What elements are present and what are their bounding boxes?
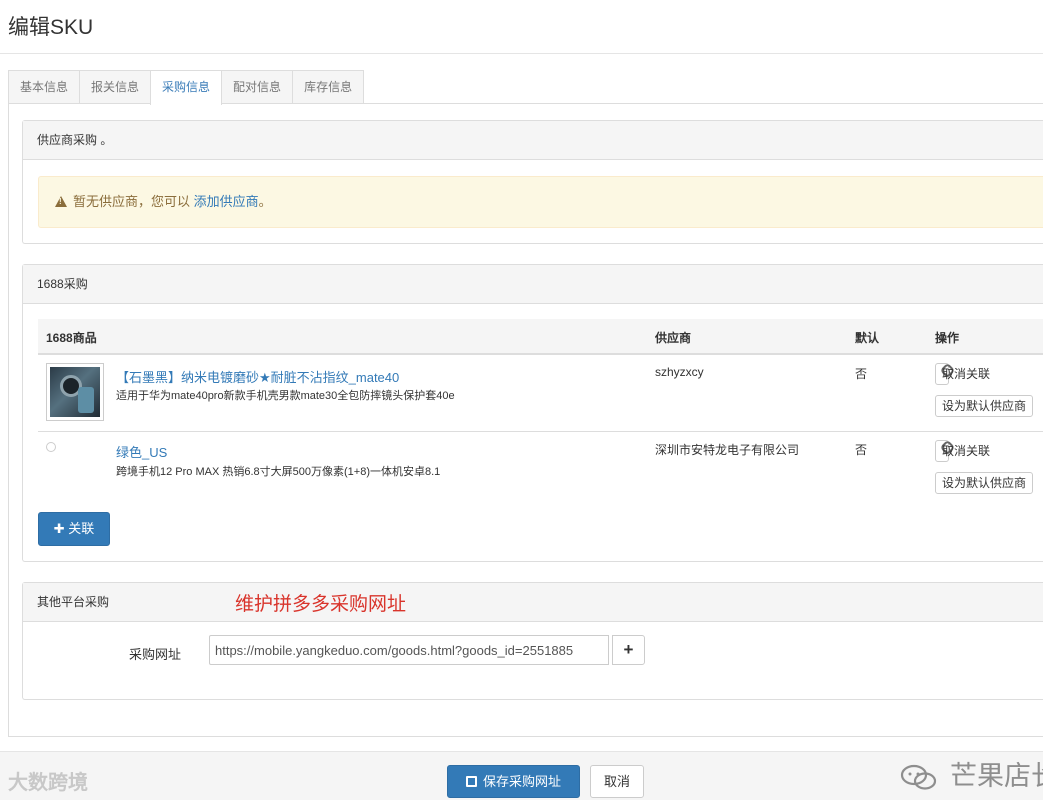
tab-purchase-info[interactable]: 采购信息 bbox=[150, 70, 223, 105]
product-desc: 适用于华为mate40pro新款手机壳男款mate30全包防摔镜头保护套40e bbox=[116, 390, 455, 402]
cancel-button[interactable]: 取消 bbox=[590, 765, 644, 798]
col-product: 1688商品 bbox=[46, 331, 97, 345]
unlink-button[interactable]: 取消关联 bbox=[935, 362, 990, 385]
add-supplier-link[interactable]: 添加供应商 bbox=[194, 194, 259, 209]
default-value: 否 bbox=[855, 367, 868, 381]
panel-1688: 1688采购 1688商品 供应商 默认 操作 【石墨黑】纳米电镀磨砂★耐脏不沾… bbox=[22, 264, 1043, 562]
plus-icon: + bbox=[623, 640, 634, 659]
supplier-panel: 供应商采购 。 暂无供应商，您可以 添加供应商。 bbox=[22, 120, 1043, 244]
save-purchase-url-button[interactable]: 保存采购网址 bbox=[447, 765, 580, 798]
col-supplier: 供应商 bbox=[655, 331, 692, 345]
supplier-name: 深圳市安特龙电子有限公司 bbox=[655, 443, 800, 457]
add-url-button[interactable]: + bbox=[612, 635, 645, 665]
table-header: 1688商品 供应商 默认 操作 bbox=[38, 319, 1043, 355]
tab-container: 基本信息 报关信息 采购信息 配对信息 库存信息 供应商采购 。 暂无供应商，您… bbox=[8, 70, 1043, 737]
unlink-label: 取消关联 bbox=[942, 444, 991, 458]
tab-customs-info[interactable]: 报关信息 bbox=[79, 70, 152, 104]
tab-inventory-info[interactable]: 库存信息 bbox=[292, 70, 365, 104]
tab-bar: 基本信息 报关信息 采购信息 配对信息 库存信息 bbox=[8, 70, 365, 105]
product-title-link[interactable]: 【石墨黑】纳米电镀磨砂★耐脏不沾指纹_mate40 bbox=[116, 367, 399, 386]
default-value: 否 bbox=[855, 443, 868, 457]
link-button-label: 关联 bbox=[68, 521, 95, 536]
unlink-button[interactable]: 取消关联 bbox=[935, 439, 990, 462]
annotation-text: 维护拼多多采购网址 bbox=[235, 594, 407, 615]
alert-end: 。 bbox=[258, 194, 272, 209]
product-desc: 跨境手机12 Pro MAX 热销6.8寸大屏500万像素(1+8)一体机安卓8… bbox=[116, 466, 441, 478]
tab-pairing-info[interactable]: 配对信息 bbox=[221, 70, 294, 104]
set-default-supplier-button[interactable]: 设为默认供应商 bbox=[935, 472, 1034, 494]
footer-bar: 大数跨境 保存采购网址 取消 芒果店长 bbox=[0, 751, 1043, 800]
product-thumbnail[interactable] bbox=[46, 363, 104, 421]
table-row: 【石墨黑】纳米电镀磨砂★耐脏不沾指纹_mate40 适用于华为mate40pro… bbox=[38, 355, 1043, 432]
purchase-url-input[interactable] bbox=[209, 635, 609, 665]
panel-1688-heading: 1688采购 bbox=[23, 265, 1043, 304]
set-default-supplier-button[interactable]: 设为默认供应商 bbox=[935, 395, 1034, 417]
supplier-name: szhyzxcy bbox=[655, 365, 704, 379]
row-radio[interactable] bbox=[46, 442, 56, 452]
plus-icon: ✚ bbox=[53, 521, 69, 536]
watermark-left: 大数跨境 bbox=[8, 772, 88, 794]
supplier-panel-heading: 供应商采购 。 bbox=[23, 121, 1043, 160]
other-platform-heading: 其他平台采购 bbox=[23, 583, 1043, 622]
tab-basic-info[interactable]: 基本信息 bbox=[8, 70, 81, 104]
save-label: 保存采购网址 bbox=[482, 774, 561, 789]
product-title-link[interactable]: 绿色_US bbox=[116, 442, 167, 461]
phone-case-image bbox=[50, 367, 100, 417]
alert-text: 暂无供应商，您可以 bbox=[73, 194, 191, 209]
table-1688: 1688商品 供应商 默认 操作 【石墨黑】纳米电镀磨砂★耐脏不沾指纹_mate… bbox=[38, 319, 1043, 509]
save-icon bbox=[465, 776, 477, 787]
wechat-icon bbox=[900, 764, 937, 790]
watermark-right: 芒果店长 bbox=[950, 761, 1043, 791]
unlink-label: 取消关联 bbox=[942, 367, 991, 381]
other-platform-panel: 其他平台采购 维护拼多多采购网址 采购网址 + bbox=[22, 582, 1043, 700]
link-product-button[interactable]: ✚ 关联 bbox=[38, 512, 110, 546]
page-header: 编辑SKU bbox=[0, 0, 1043, 54]
no-supplier-alert: 暂无供应商，您可以 添加供应商。 bbox=[38, 176, 1043, 228]
table-row: 绿色_US 跨境手机12 Pro MAX 热销6.8寸大屏500万像素(1+8)… bbox=[38, 432, 1043, 509]
page-title: 编辑SKU bbox=[8, 16, 94, 39]
col-actions: 操作 bbox=[935, 331, 960, 345]
warning-icon bbox=[55, 196, 67, 207]
purchase-url-label: 采购网址 bbox=[129, 647, 182, 662]
col-default: 默认 bbox=[855, 331, 880, 345]
tab-content: 供应商采购 。 暂无供应商，您可以 添加供应商。 1688采购 1688商品 供… bbox=[8, 103, 1043, 737]
